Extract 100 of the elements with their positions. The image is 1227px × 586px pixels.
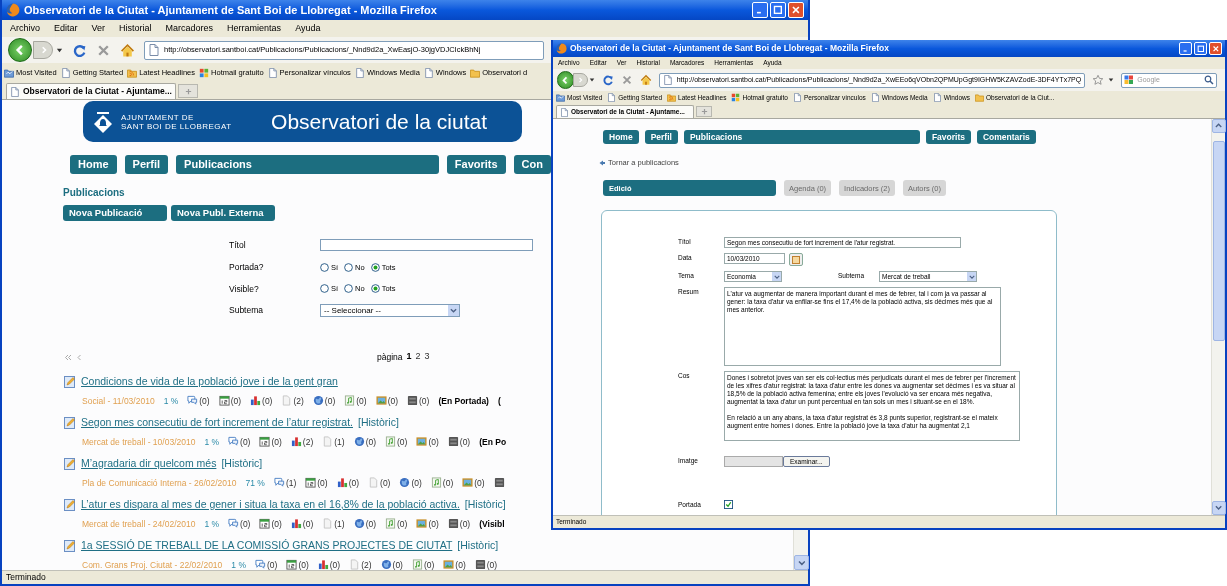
back-button[interactable] xyxy=(557,71,575,89)
app-icon xyxy=(556,43,567,54)
back-button[interactable] xyxy=(8,38,32,62)
document-icon xyxy=(281,395,293,407)
nav-button[interactable]: Con xyxy=(513,155,551,174)
count: (0) xyxy=(267,558,278,570)
checkbox[interactable] xyxy=(724,500,733,510)
history-tag: [Històric] xyxy=(358,414,399,431)
publication-link[interactable]: Condicions de vida de la població jove i de la gent gran xyxy=(81,373,338,390)
scroll-down-button[interactable] xyxy=(794,555,809,570)
radio-button[interactable] xyxy=(370,262,380,272)
count: (0) xyxy=(411,476,422,490)
menu-item[interactable]: Archivo xyxy=(10,21,40,36)
close-button[interactable] xyxy=(788,2,804,18)
nav-button[interactable]: Home xyxy=(603,130,639,144)
scrollbar-thumb[interactable] xyxy=(1212,141,1225,341)
count: (0) xyxy=(356,394,367,408)
menu-item[interactable]: Marcadores xyxy=(165,21,214,36)
publication-link[interactable]: Segon mes consecutiu de fort increment de l’atur registrat. xyxy=(81,414,353,431)
window-title: Observatori de la Ciutat - Ajuntament de Sant Boi de Llobregat - Mozilla Firefox xyxy=(570,42,889,55)
minimize-button[interactable] xyxy=(752,2,768,18)
nav-button[interactable]: Perfil xyxy=(124,155,169,174)
page-icon xyxy=(932,93,942,102)
caret-icon xyxy=(773,273,780,280)
nav-button[interactable]: Publicacions xyxy=(176,155,439,174)
globe-icon xyxy=(380,559,392,570)
nav-button[interactable]: Home xyxy=(70,155,117,174)
first-page-icon[interactable] xyxy=(64,353,72,361)
menu-item[interactable]: Herramientas xyxy=(227,21,282,36)
maximize-button[interactable] xyxy=(770,2,786,18)
nav-button[interactable]: Favorits xyxy=(446,155,506,174)
action-button[interactable]: Nova Publ. Externa xyxy=(171,205,275,221)
count: (0) xyxy=(329,558,341,570)
caret-icon[interactable] xyxy=(588,77,595,83)
film-icon xyxy=(474,559,486,570)
search-icon[interactable] xyxy=(1204,75,1214,85)
minimize-button[interactable] xyxy=(1179,42,1192,55)
dropdown[interactable]: -- Seleccionar -- xyxy=(320,304,460,318)
maximize-icon xyxy=(1196,44,1205,53)
menu-item[interactable]: Editar xyxy=(54,21,78,36)
document-icon xyxy=(368,477,380,489)
new-tab-button[interactable] xyxy=(178,84,198,98)
close-button[interactable] xyxy=(1209,42,1222,55)
count: (0) xyxy=(230,394,242,408)
publication-link[interactable]: M’agradaria dir quelcom més xyxy=(81,455,217,472)
browser-tab[interactable]: Observatori de la Ciutat - Ajuntame... xyxy=(6,83,176,99)
page-link[interactable]: 1 xyxy=(406,350,412,364)
text-input[interactable] xyxy=(320,239,533,252)
count: (0) xyxy=(419,394,430,408)
menu-item[interactable]: Historial xyxy=(119,21,152,36)
scroll-down-button[interactable] xyxy=(1212,501,1226,515)
caret-icon[interactable] xyxy=(56,46,63,54)
action-button[interactable]: Nova Publicació xyxy=(63,205,167,221)
down-caret-icon xyxy=(1215,504,1223,512)
maximize-button[interactable] xyxy=(1194,42,1207,55)
count: (0) xyxy=(298,558,309,570)
radio-button[interactable] xyxy=(320,284,329,294)
radio-button[interactable] xyxy=(370,284,380,294)
page-icon xyxy=(560,107,569,117)
stop-icon[interactable] xyxy=(620,74,633,86)
menu-item[interactable]: Ayuda xyxy=(295,21,321,36)
radio-button[interactable] xyxy=(320,262,329,272)
radio-button[interactable] xyxy=(344,262,354,272)
menu-item[interactable]: Ver xyxy=(91,21,106,36)
film-icon xyxy=(407,395,418,407)
publication-link[interactable]: 1a SESSIÓ DE TREBALL DE LA COMISSIÓ GRANS PROJECTES DE CIUTAT xyxy=(81,537,453,554)
globe-icon xyxy=(399,477,411,489)
page-link[interactable]: 2 xyxy=(415,350,421,364)
picture-icon xyxy=(443,559,455,570)
globe-icon xyxy=(312,395,324,407)
home-icon[interactable] xyxy=(639,74,652,86)
publication-link[interactable]: L’atur es dispara al mes de gener i situa la taxa en el 16,8% de la població activa. xyxy=(81,496,460,513)
picture-icon xyxy=(462,477,474,489)
reload-icon[interactable] xyxy=(601,74,614,86)
page-link[interactable]: 3 xyxy=(424,350,430,364)
category-date: Social - 11/03/2010 xyxy=(82,394,155,408)
reload-icon[interactable] xyxy=(72,42,87,58)
caret-icon[interactable] xyxy=(1108,77,1115,83)
count: (0) xyxy=(486,558,498,570)
status-text: Terminado xyxy=(6,571,46,584)
star-icon[interactable] xyxy=(1092,74,1105,86)
calendar-button[interactable] xyxy=(789,253,803,267)
count: (0) xyxy=(459,435,471,449)
nav-button[interactable]: Publicacions xyxy=(683,130,920,144)
globe-icon xyxy=(353,518,365,530)
file-path-field[interactable] xyxy=(724,456,783,468)
count: (0) xyxy=(423,558,435,570)
new-tab-button[interactable] xyxy=(696,106,712,117)
percentage: 1 % xyxy=(204,517,220,531)
radio-button[interactable] xyxy=(344,284,354,294)
speech-bubble-icon xyxy=(228,518,240,530)
scroll-up-button[interactable] xyxy=(1212,119,1226,133)
windows-flag-icon xyxy=(199,67,210,78)
windows-flag-icon xyxy=(731,93,741,102)
nav-button[interactable]: Perfil xyxy=(644,130,678,144)
nav-button[interactable]: Comentaris xyxy=(976,130,1036,144)
edit-document-icon xyxy=(64,375,76,388)
home-icon[interactable] xyxy=(120,42,135,58)
count: (1) xyxy=(334,517,345,531)
nav-button[interactable]: Favorits xyxy=(925,130,971,144)
